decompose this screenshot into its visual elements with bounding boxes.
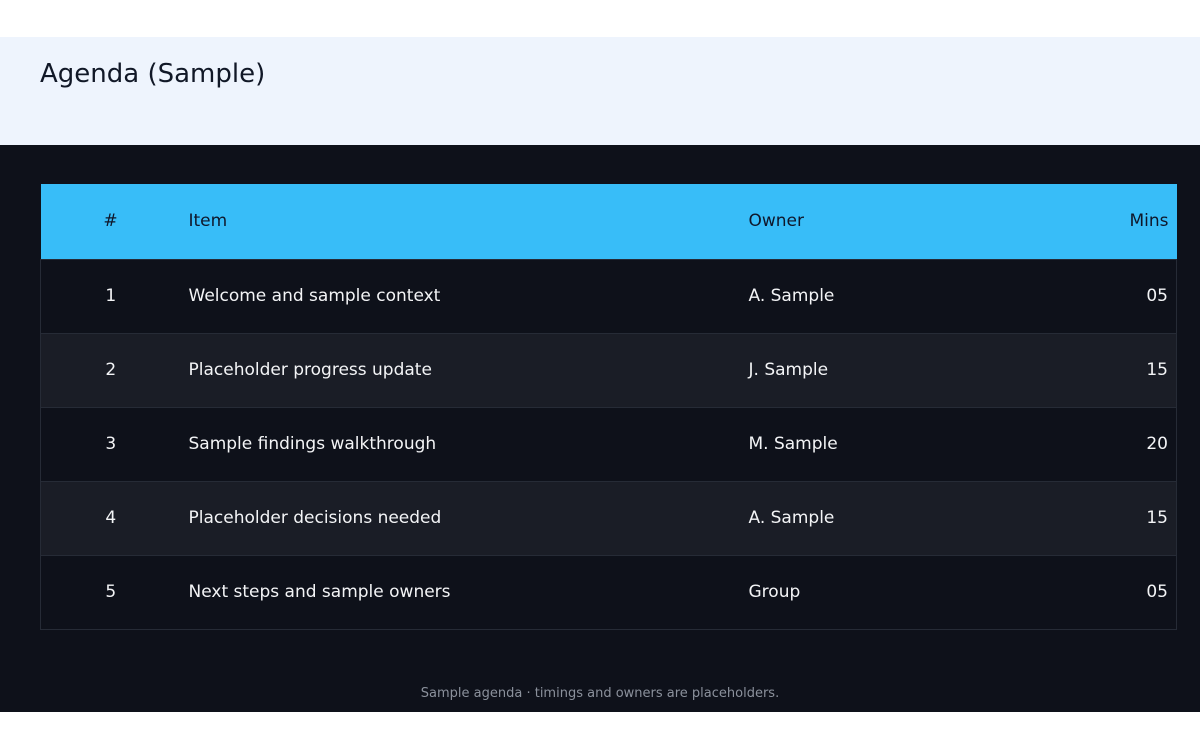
- row-owner: Group: [748, 582, 801, 602]
- row-item: Welcome and sample context: [188, 286, 441, 306]
- row-number: 1: [105, 286, 117, 306]
- row-item: Next steps and sample owners: [188, 582, 451, 602]
- agenda-table: # Item Owner Mins 1 Welcome and sample c…: [40, 184, 1177, 630]
- row-owner: A. Sample: [748, 286, 835, 306]
- row-owner: A. Sample: [748, 508, 835, 528]
- table-row: 4 Placeholder decisions needed A. Sample…: [40, 481, 1177, 555]
- table-row: 3 Sample findings walkthrough M. Sample …: [40, 407, 1177, 481]
- footer-note: Sample agenda · timings and owners are p…: [420, 686, 780, 701]
- slide: Agenda (Sample) # Item Owner Mins 1 Welc…: [0, 0, 1200, 750]
- table-header: # Item Owner Mins: [40, 184, 1177, 259]
- row-mins: 05: [1146, 582, 1168, 602]
- row-item: Placeholder decisions needed: [188, 508, 442, 528]
- table-header-row: # Item Owner Mins: [40, 184, 1177, 259]
- row-item: Placeholder progress update: [188, 360, 432, 380]
- column-header-mins: Mins: [1129, 211, 1169, 232]
- row-item: Sample findings walkthrough: [188, 434, 437, 454]
- row-mins: 20: [1146, 434, 1168, 454]
- row-mins: 15: [1146, 508, 1168, 528]
- row-mins: 05: [1146, 286, 1168, 306]
- row-number: 3: [105, 434, 117, 454]
- row-mins: 15: [1146, 360, 1168, 380]
- row-number: 5: [105, 582, 117, 602]
- table-row: 1 Welcome and sample context A. Sample 0…: [40, 259, 1177, 333]
- column-header-owner: Owner: [748, 211, 805, 232]
- table-body: 1 Welcome and sample context A. Sample 0…: [40, 259, 1177, 629]
- row-number: 4: [105, 508, 117, 528]
- row-number: 2: [105, 360, 117, 380]
- table-row: 5 Next steps and sample owners Group 05: [40, 555, 1177, 629]
- column-header-number: #: [103, 211, 118, 232]
- header-band: Agenda (Sample): [0, 37, 1200, 145]
- row-owner: M. Sample: [748, 434, 838, 454]
- row-owner: J. Sample: [748, 360, 829, 380]
- column-header-item: Item: [188, 211, 228, 232]
- page-title: Agenda (Sample): [40, 59, 266, 89]
- main-panel: # Item Owner Mins 1 Welcome and sample c…: [0, 145, 1200, 712]
- table-row: 2 Placeholder progress update J. Sample …: [40, 333, 1177, 407]
